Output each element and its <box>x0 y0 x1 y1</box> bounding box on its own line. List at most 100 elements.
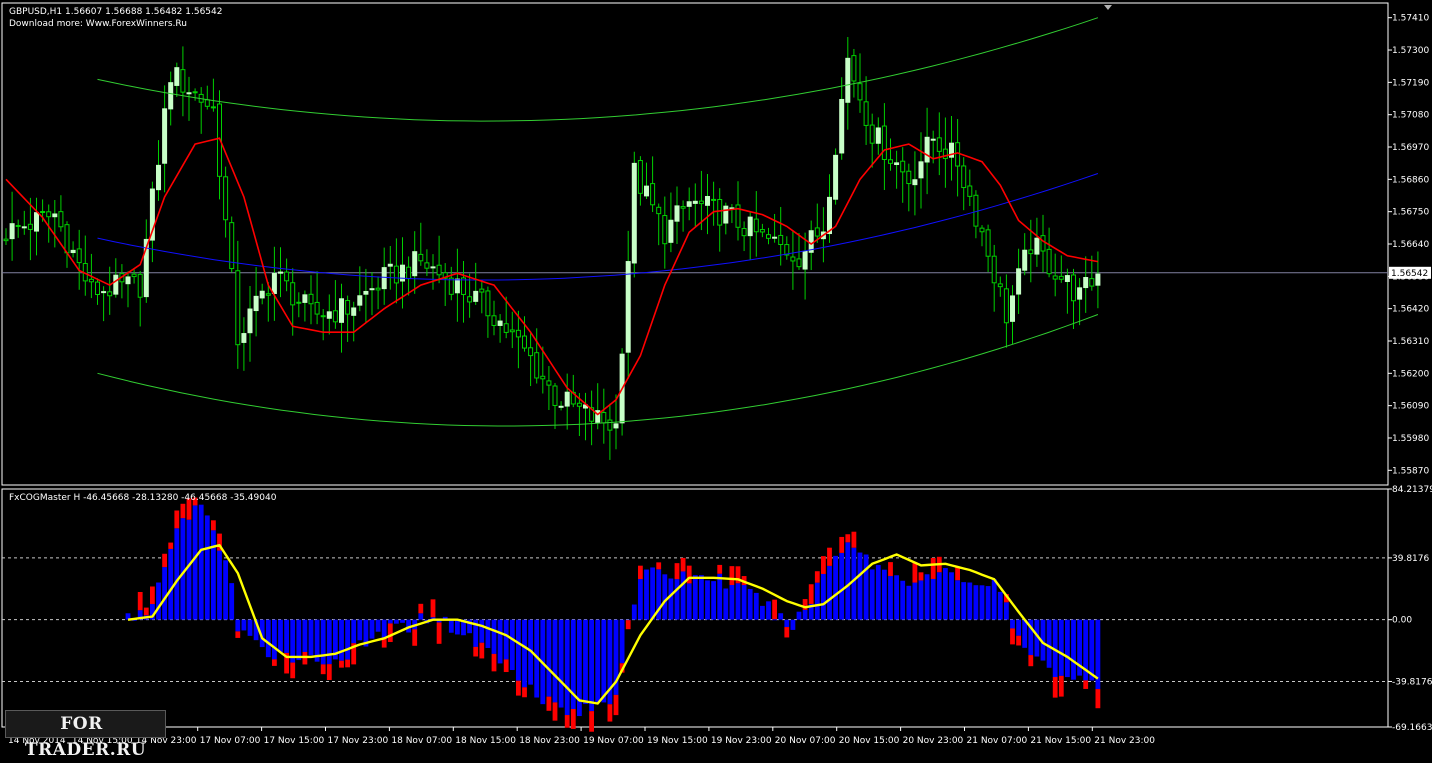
histogram-bar-red <box>272 659 277 666</box>
candle <box>967 169 973 207</box>
histogram-bar-blue <box>186 519 192 620</box>
candle-body <box>656 206 662 215</box>
candle-body <box>540 375 546 380</box>
histogram-bar <box>735 566 741 620</box>
candle-body <box>936 137 942 152</box>
histogram-bar <box>833 555 838 620</box>
histogram-bar <box>747 588 753 620</box>
candle <box>3 228 9 245</box>
histogram-bar-blue <box>851 547 857 620</box>
histogram-bar-blue <box>784 619 790 628</box>
candle-body <box>271 272 277 294</box>
histogram-bar <box>839 536 845 620</box>
histogram-bar <box>320 619 326 675</box>
candle <box>875 117 881 155</box>
candle <box>485 286 491 338</box>
candle-body <box>375 287 381 291</box>
histogram-bar-red <box>1016 635 1021 646</box>
histogram-bar-blue <box>729 585 735 620</box>
candle <box>320 309 326 341</box>
candle <box>345 295 351 342</box>
candle-body <box>552 385 558 406</box>
candle <box>235 240 241 369</box>
candle-body <box>1010 295 1015 322</box>
histogram-bar <box>162 553 167 620</box>
candle-body <box>332 310 338 323</box>
candle <box>784 236 790 260</box>
candle <box>674 186 680 245</box>
price-tick-label: 1.56640 <box>1392 240 1429 250</box>
chart-canvas[interactable]: 1.57410 1.57300 1.57190 1.57080 1.56970 1.568… <box>0 0 1432 750</box>
histogram-bar-blue <box>326 619 332 665</box>
histogram-bar-red <box>912 563 918 583</box>
histogram-bar-blue <box>991 579 997 620</box>
histogram-bar-blue <box>668 578 674 620</box>
histogram-bar <box>961 582 967 620</box>
histogram-bar-blue <box>833 555 838 620</box>
histogram-bar-blue <box>894 575 899 620</box>
histogram-bar-blue <box>601 619 607 703</box>
histogram-bar-blue <box>241 619 247 631</box>
histogram-bar-blue <box>717 573 723 620</box>
candle-body <box>625 261 631 353</box>
candle-body <box>424 262 430 269</box>
histogram-bar <box>851 531 857 620</box>
candle <box>461 260 466 323</box>
histogram-bar-blue <box>174 528 180 620</box>
histogram-bar-blue <box>906 585 912 620</box>
candle-body <box>64 224 70 254</box>
histogram-bar-red <box>888 562 893 577</box>
candle-body <box>351 307 357 316</box>
candle-body <box>1052 275 1058 280</box>
histogram-bar-red <box>839 536 845 553</box>
candle <box>52 199 58 248</box>
histogram-bar <box>1089 619 1095 681</box>
histogram-bar-red <box>1083 680 1089 689</box>
candle-body <box>204 99 210 107</box>
indicator-tick-label: 39.8176 <box>1392 554 1429 564</box>
histogram-bar-blue <box>1016 619 1021 636</box>
histogram-bar-blue <box>882 569 887 620</box>
histogram-bar-red <box>808 584 814 604</box>
candle-body <box>162 108 168 164</box>
candle <box>339 283 344 353</box>
histogram-bar-blue <box>320 619 326 665</box>
histogram-bar-red <box>680 557 686 572</box>
histogram-bar-blue <box>552 619 558 703</box>
histogram-bar <box>265 619 271 658</box>
candle-body <box>839 98 845 154</box>
histogram-bar-red <box>607 704 613 722</box>
candle <box>296 292 302 318</box>
histogram-bar <box>882 569 887 620</box>
candle-body <box>381 267 387 290</box>
candle-body <box>912 179 918 186</box>
histogram-bar <box>784 619 790 638</box>
candle-body <box>692 200 698 204</box>
histogram-bar <box>613 619 619 716</box>
candle-body <box>485 290 491 317</box>
histogram-bar <box>595 619 601 703</box>
candle <box>34 197 39 256</box>
histogram-bar <box>1071 619 1076 680</box>
candle <box>1040 214 1046 273</box>
candle <box>192 88 198 101</box>
candle-body <box>107 291 113 297</box>
histogram-bar-red <box>412 629 418 646</box>
histogram-bar-red <box>546 696 552 711</box>
histogram-bar-blue <box>1071 619 1076 680</box>
candle-body <box>924 136 930 163</box>
candle-body <box>430 266 436 269</box>
candle <box>491 300 497 336</box>
candle-body <box>326 311 332 319</box>
histogram-bar-red <box>821 556 826 574</box>
histogram-bar-blue <box>760 605 765 620</box>
histogram-bar <box>979 585 985 620</box>
candle-body <box>796 258 802 268</box>
histogram-bar <box>668 578 674 620</box>
histogram-bar-red <box>503 659 509 673</box>
candle <box>607 403 613 460</box>
histogram-bar <box>448 619 454 633</box>
candle-body <box>631 162 637 264</box>
price-tick-label: 1.56310 <box>1392 337 1429 347</box>
candle <box>924 107 930 195</box>
